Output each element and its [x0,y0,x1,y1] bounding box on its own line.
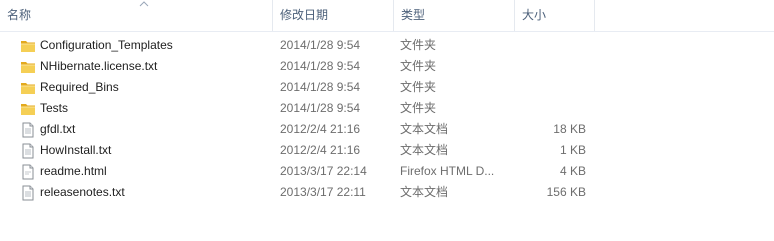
file-name: HowInstall.txt [40,143,112,157]
file-size [514,98,586,119]
list-item[interactable]: gfdl.txt 2012/2/4 21:16 文本文档 18 KB [0,119,774,140]
file-type: 文件夹 [400,59,437,73]
text-file-icon [22,185,34,201]
file-date: 2014/1/28 9:54 [280,80,361,94]
text-file-icon [22,122,34,138]
file-date: 2012/2/4 21:16 [280,143,361,157]
list-item[interactable]: Tests 2014/1/28 9:54 文件夹 [0,98,774,119]
file-date: 2014/1/28 9:54 [280,38,361,52]
text-file-icon [22,143,34,159]
file-type: 文件夹 [400,101,437,115]
list-item[interactable]: Required_Bins 2014/1/28 9:54 文件夹 [0,77,774,98]
folder-icon [21,83,35,94]
column-header-date-label: 修改日期 [280,8,329,22]
file-date: 2014/1/28 9:54 [280,59,361,73]
file-name: readme.html [40,164,107,178]
list-item[interactable]: NHibernate.license.txt 2014/1/28 9:54 文件… [0,56,774,77]
list-item[interactable]: releasenotes.txt 2013/3/17 22:11 文本文档 15… [0,182,774,203]
file-size: 18 KB [553,122,586,136]
file-name: gfdl.txt [40,122,76,136]
file-type: 文本文档 [400,143,449,157]
folder-icon [21,104,35,115]
file-type: Firefox HTML D... [400,164,495,178]
column-header-size[interactable]: 大小 [514,0,594,31]
column-header-type[interactable]: 类型 [393,0,514,31]
folder-icon [21,41,35,52]
file-list: Configuration_Templates 2014/1/28 9:54 文… [0,35,774,203]
file-type: 文件夹 [400,38,437,52]
column-header-size-label: 大小 [522,8,547,22]
file-name: releasenotes.txt [40,185,125,199]
file-name: Required_Bins [40,80,119,94]
column-header-date[interactable]: 修改日期 [272,0,393,31]
file-explorer-details-view: 名称 修改日期 类型 大小 Configuration_Templates 20… [0,0,774,241]
file-size [514,77,586,98]
list-item[interactable]: HowInstall.txt 2012/2/4 21:16 文本文档 1 KB [0,140,774,161]
list-item[interactable]: Configuration_Templates 2014/1/28 9:54 文… [0,35,774,56]
file-size [514,35,586,56]
file-date: 2014/1/28 9:54 [280,101,361,115]
list-item[interactable]: readme.html 2013/3/17 22:14 Firefox HTML… [0,161,774,182]
file-size: 156 KB [546,185,586,199]
file-size: 1 KB [559,143,586,157]
file-size: 4 KB [559,164,586,178]
folder-icon [21,62,35,73]
sort-ascending-icon [139,1,149,7]
column-header-name-label: 名称 [7,8,32,22]
file-name: Configuration_Templates [40,38,173,52]
file-name: NHibernate.license.txt [40,59,158,73]
file-size [514,56,586,77]
column-header-empty [594,0,774,31]
column-header-bar: 名称 修改日期 类型 大小 [0,0,774,32]
file-date: 2013/3/17 22:11 [280,185,366,199]
column-header-type-label: 类型 [401,8,426,22]
file-date: 2012/2/4 21:16 [280,122,361,136]
file-date: 2013/3/17 22:14 [280,164,367,178]
file-type: 文本文档 [400,122,449,136]
file-type: 文件夹 [400,80,437,94]
file-name: Tests [40,101,69,115]
column-header-name[interactable]: 名称 [0,0,272,31]
html-file-icon [22,164,34,180]
file-type: 文本文档 [400,185,449,199]
